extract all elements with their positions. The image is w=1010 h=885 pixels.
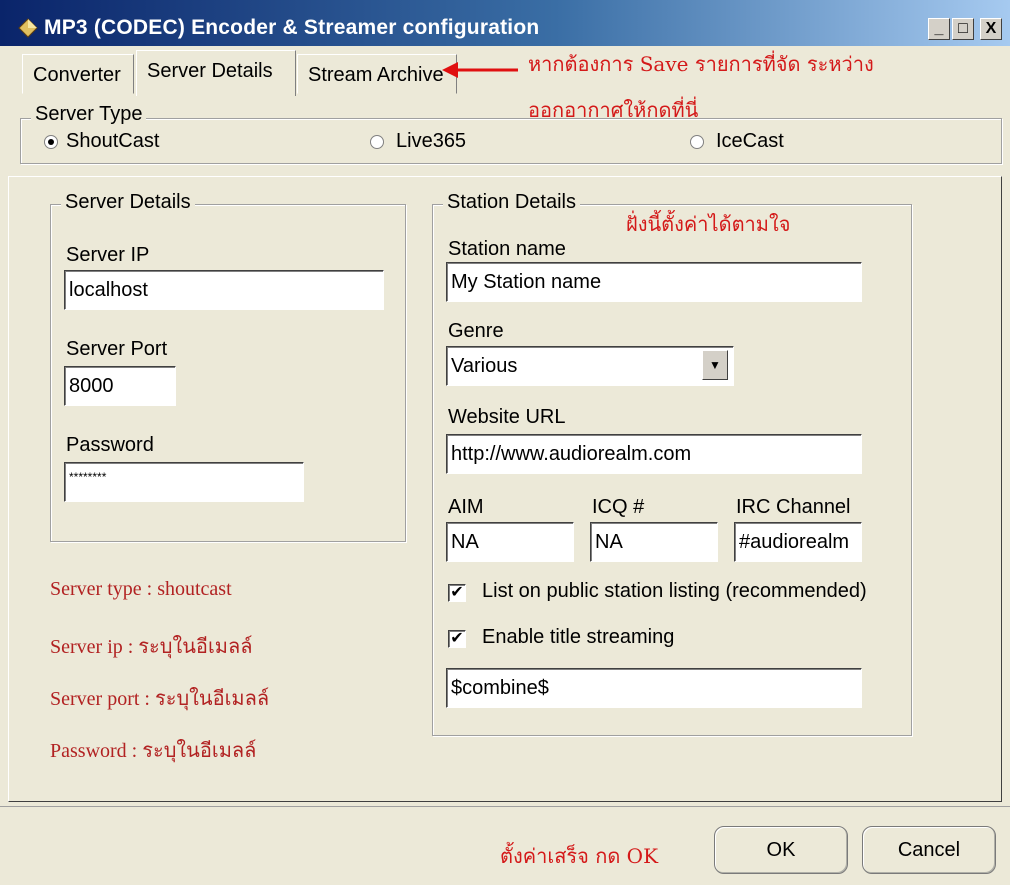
minimize-button[interactable]: _ xyxy=(928,18,950,40)
radio-live365-label[interactable]: Live365 xyxy=(396,130,466,153)
ok-button[interactable]: OK xyxy=(714,826,848,874)
title-streaming-label[interactable]: Enable title streaming xyxy=(482,626,674,649)
icq-label: ICQ # xyxy=(592,496,645,518)
aim-label: AIM xyxy=(448,496,484,518)
aim-input[interactable]: NA xyxy=(446,522,574,562)
server-ip-input[interactable]: localhost xyxy=(64,270,384,310)
note-server-ip: Server ip : ระบุในอีเมลล์ xyxy=(50,636,253,658)
window-title: MP3 (CODEC) Encoder & Streamer configura… xyxy=(44,16,540,39)
genre-select[interactable]: Various xyxy=(446,346,734,386)
radio-icecast-label[interactable]: IceCast xyxy=(716,130,784,153)
irc-channel-input[interactable]: #audiorealm xyxy=(734,522,862,562)
arrow-left-icon xyxy=(442,62,518,78)
password-input[interactable]: ******** xyxy=(64,462,304,502)
title-streaming-checkbox[interactable]: ✔ xyxy=(448,630,466,648)
ok-note: ตั้งค่าเสร็จ กด OK xyxy=(500,844,659,868)
server-type-group: Server Type xyxy=(20,103,1002,164)
password-label: Password xyxy=(66,434,154,456)
genre-value: Various xyxy=(451,355,518,377)
website-url-input[interactable]: http://www.audiorealm.com xyxy=(446,434,862,474)
radio-live365[interactable] xyxy=(370,135,384,149)
close-button[interactable]: X xyxy=(980,18,1002,40)
public-listing-label[interactable]: List on public station listing (recommen… xyxy=(482,580,867,603)
radio-shoutcast[interactable] xyxy=(44,135,58,149)
server-details-legend: Server Details xyxy=(61,191,195,214)
radio-icecast[interactable] xyxy=(690,135,704,149)
radio-shoutcast-label[interactable]: ShoutCast xyxy=(66,130,159,153)
tab-converter[interactable]: Converter xyxy=(22,54,134,94)
note-server-port: Server port : ระบุในอีเมลล์ xyxy=(50,688,270,710)
chevron-down-icon: ▼ xyxy=(709,358,721,372)
tab-server-details[interactable]: Server Details xyxy=(136,50,296,96)
genre-label: Genre xyxy=(448,320,504,342)
maximize-button[interactable]: □ xyxy=(952,18,974,40)
station-name-input[interactable]: My Station name xyxy=(446,262,862,302)
note-password: Password : ระบุในอีเมลล์ xyxy=(50,740,257,762)
genre-dropdown-button[interactable]: ▼ xyxy=(702,350,728,380)
tab-stream-archive[interactable]: Stream Archive xyxy=(297,54,457,94)
stream-archive-note-line1: หากต้องการ Save รายการที่จัด ระหว่าง xyxy=(528,52,874,76)
cancel-button[interactable]: Cancel xyxy=(862,826,996,874)
server-port-input[interactable]: 8000 xyxy=(64,366,176,406)
title-format-input[interactable]: $combine$ xyxy=(446,668,862,708)
server-type-legend: Server Type xyxy=(31,103,147,126)
website-url-label: Website URL xyxy=(448,406,566,428)
icq-input[interactable]: NA xyxy=(590,522,718,562)
station-details-legend: Station Details xyxy=(443,191,580,214)
server-port-label: Server Port xyxy=(66,338,168,360)
server-ip-label: Server IP xyxy=(66,244,150,266)
public-listing-checkbox[interactable]: ✔ xyxy=(448,584,466,602)
irc-channel-label: IRC Channel xyxy=(736,496,851,518)
station-name-label: Station name xyxy=(448,238,566,260)
station-note: ฝั่งนี้ตั้งค่าได้ตามใจ xyxy=(626,212,791,236)
note-server-type: Server type : shoutcast xyxy=(50,578,232,600)
app-icon xyxy=(18,18,38,38)
